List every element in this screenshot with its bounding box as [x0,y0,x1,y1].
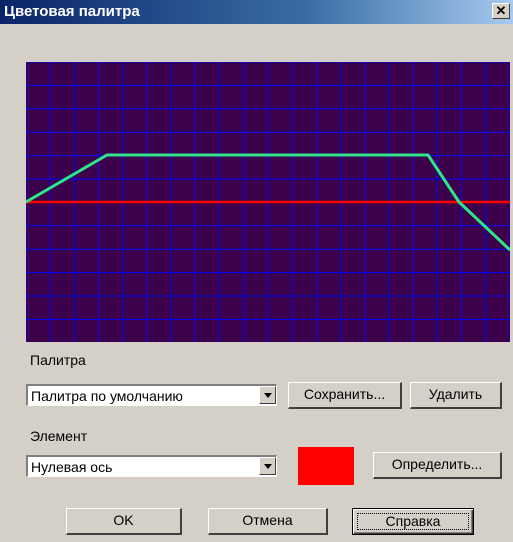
palette-select[interactable]: Палитра по умолчанию [26,384,277,406]
chevron-down-icon [264,464,272,469]
palette-label: Палитра [30,352,86,368]
save-palette-button[interactable]: Сохранить... [288,382,402,409]
ok-button[interactable]: OK [66,508,182,535]
delete-palette-button[interactable]: Удалить [410,382,502,409]
define-color-button[interactable]: Определить... [373,452,502,479]
title-bar[interactable]: Цветовая палитра ✕ [0,0,513,24]
palette-graph-canvas[interactable] [26,62,510,342]
help-button[interactable]: Справка [352,508,474,535]
window-title: Цветовая палитра [4,3,140,20]
close-button[interactable]: ✕ [492,3,510,19]
palette-graph[interactable] [26,62,510,342]
help-button-label: Справка [357,513,469,530]
palette-dropdown-button[interactable] [259,386,276,404]
element-dropdown-button[interactable] [259,457,276,475]
chevron-down-icon [264,393,272,398]
palette-select-value: Палитра по умолчанию [31,388,183,404]
element-select-value: Нулевая ось [31,459,113,475]
element-select[interactable]: Нулевая ось [26,455,277,477]
cancel-button[interactable]: Отмена [208,508,328,535]
element-label: Элемент [30,428,88,444]
close-icon: ✕ [495,3,507,18]
element-color-swatch[interactable] [298,447,354,485]
palette-dialog: Цветовая палитра ✕ Палитра Палитра по ум… [0,0,513,542]
